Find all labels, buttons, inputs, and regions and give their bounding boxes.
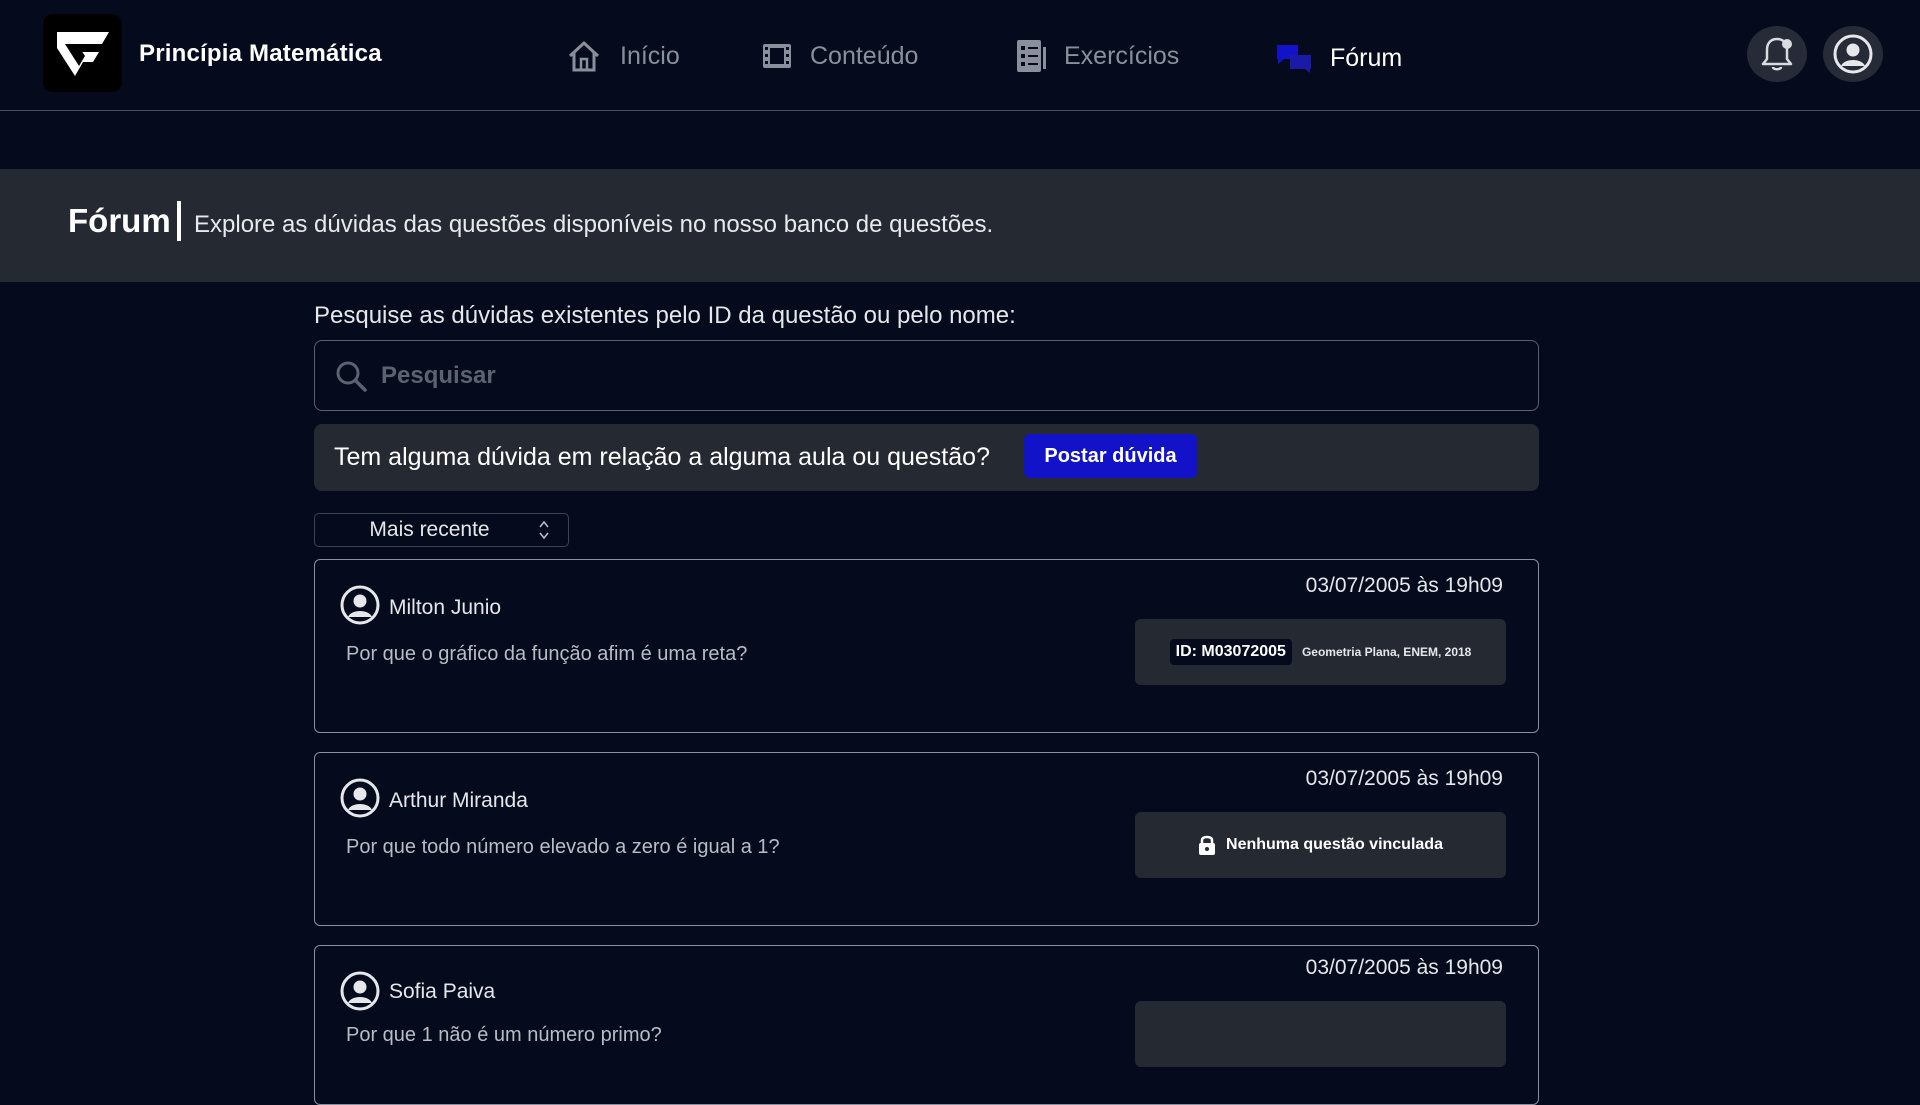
sort-chevrons-icon	[539, 520, 549, 540]
linked-question-tag[interactable]: ID: M03072005 Geometria Plana, ENEM, 201…	[1135, 619, 1506, 685]
post-date: 03/07/2005 às 19h09	[1305, 574, 1503, 597]
post-question-button[interactable]: Postar dúvida	[1024, 434, 1197, 478]
avatar-icon	[340, 971, 380, 1011]
app-title[interactable]: Princípia Matemática	[139, 40, 382, 68]
question-meta: Geometria Plana, ENEM, 2018	[1301, 645, 1472, 659]
user-circle-icon	[1833, 34, 1873, 74]
nav-item-inicio[interactable]: Início	[566, 36, 680, 76]
no-linked-question-text: Nenhuma questão vinculada	[1226, 836, 1443, 853]
ask-question-prompt: Tem alguma dúvida em relação a alguma au…	[334, 443, 990, 471]
top-navigation-bar: Princípia Matemática Início Conteúdo Exe…	[0, 0, 1920, 111]
bell-icon	[1761, 37, 1793, 71]
post-question: Por que 1 não é um número primo?	[346, 1024, 662, 1046]
nav-item-forum[interactable]: Fórum	[1276, 38, 1402, 78]
title-separator	[177, 201, 181, 241]
nav-item-label: Fórum	[1330, 43, 1403, 72]
post-author: Arthur Miranda	[389, 789, 528, 812]
forum-post-card[interactable]: Arthur Miranda 03/07/2005 às 19h09 Por q…	[314, 752, 1539, 926]
avatar-icon	[340, 778, 380, 818]
page-title: Fórum	[68, 202, 171, 239]
logo-mark-icon	[56, 32, 109, 76]
post-date: 03/07/2005 às 19h09	[1305, 956, 1503, 979]
film-icon	[763, 44, 791, 68]
nav-item-exercicios[interactable]: Exercícios	[1016, 36, 1179, 76]
sort-selected-value: Mais recente	[369, 518, 490, 541]
forum-post-card[interactable]: Sofia Paiva 03/07/2005 às 19h09 Por que …	[314, 945, 1539, 1105]
search-label: Pesquise as dúvidas existentes pelo ID d…	[314, 302, 1016, 329]
nav-item-label: Exercícios	[1064, 41, 1180, 70]
ask-question-strip: Tem alguma dúvida em relação a alguma au…	[314, 424, 1539, 491]
notifications-button[interactable]	[1747, 26, 1807, 82]
profile-button[interactable]	[1823, 26, 1883, 82]
nav-item-label: Conteúdo	[810, 41, 919, 70]
home-icon	[568, 41, 600, 72]
sort-select[interactable]: Mais recente	[314, 513, 569, 547]
search-field[interactable]	[314, 340, 1539, 411]
post-author: Sofia Paiva	[389, 980, 496, 1003]
post-question: Por que todo número elevado a zero é igu…	[346, 836, 780, 858]
no-linked-question-tag: Nenhuma questão vinculada	[1135, 812, 1506, 878]
post-author: Milton Junio	[389, 596, 502, 619]
search-icon	[335, 360, 367, 392]
page-subtitle: Explore as dúvidas das questões disponív…	[194, 211, 994, 238]
search-input[interactable]	[381, 341, 1538, 410]
checklist-icon	[1017, 40, 1046, 72]
chat-bubbles-icon	[1277, 45, 1311, 73]
lock-icon	[1199, 835, 1216, 855]
forum-post-card[interactable]: Milton Junio 03/07/2005 às 19h09 Por que…	[314, 559, 1539, 733]
nav-item-label: Início	[620, 41, 680, 70]
post-question: Por que o gráfico da função afim é uma r…	[346, 643, 748, 665]
avatar-icon	[340, 585, 380, 625]
question-id-badge: ID: M03072005	[1169, 639, 1292, 665]
nav-item-conteudo[interactable]: Conteúdo	[762, 36, 918, 76]
linked-question-tag-placeholder	[1135, 1001, 1506, 1067]
post-date: 03/07/2005 às 19h09	[1305, 767, 1503, 790]
app-logo[interactable]	[43, 14, 122, 92]
